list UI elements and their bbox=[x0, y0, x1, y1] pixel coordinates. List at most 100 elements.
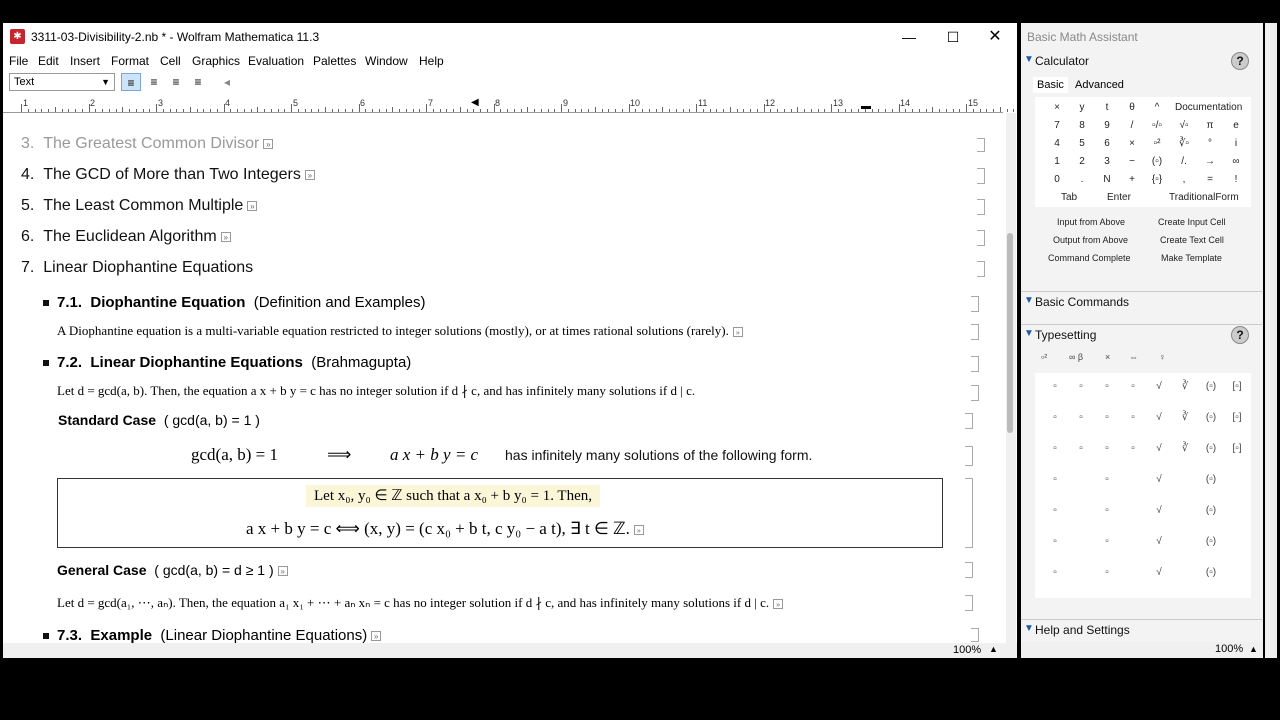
align-justify-icon[interactable]: ≡ bbox=[188, 73, 208, 91]
ruler[interactable]: 1 2 3 4 5 6 7 8 9 10 11 12 13 14 15 ◀ ▬ bbox=[3, 93, 1015, 113]
text-7-2[interactable]: Let d = gcd(a, b). Then, the equation a … bbox=[57, 383, 695, 399]
typesetting-template-icon[interactable]: ▫ bbox=[1095, 412, 1119, 423]
cell-bracket[interactable] bbox=[971, 296, 979, 312]
calc-key[interactable]: /. bbox=[1172, 156, 1196, 167]
typesetting-template-icon[interactable]: ▫ bbox=[1095, 567, 1119, 578]
zoom-up-icon[interactable]: ▲ bbox=[1249, 644, 1258, 654]
align-left-icon[interactable]: ≡ bbox=[121, 73, 141, 91]
typesetting-template-icon[interactable]: ∛ bbox=[1173, 412, 1197, 423]
general-case-heading[interactable]: General Case ( gcd(a, b) = d ≥ 1 )» bbox=[57, 562, 288, 578]
tab-basic[interactable]: Basic bbox=[1033, 77, 1068, 93]
align-right-icon[interactable]: ≡ bbox=[166, 73, 186, 91]
help-settings-section-header[interactable]: ▼ Help and Settings bbox=[1021, 619, 1263, 641]
menu-help[interactable]: Help bbox=[419, 54, 444, 68]
menu-insert[interactable]: Insert bbox=[70, 54, 100, 68]
menu-window[interactable]: Window bbox=[365, 54, 408, 68]
ts-tab-misc[interactable]: ♀ bbox=[1159, 352, 1166, 362]
cell-bracket[interactable] bbox=[977, 261, 985, 277]
calc-key[interactable]: 3 bbox=[1095, 156, 1119, 167]
ts-tab-arrows[interactable]: ⇔ bbox=[1129, 352, 1138, 362]
calculator-section-header[interactable]: ▼ Calculator ? bbox=[1021, 51, 1263, 73]
calc-key[interactable]: θ bbox=[1120, 102, 1144, 113]
menu-cell[interactable]: Cell bbox=[160, 54, 181, 68]
documentation-link[interactable]: Documentation bbox=[1175, 102, 1242, 113]
indent-marker-icon[interactable]: ◀ bbox=[471, 97, 479, 108]
typesetting-template-icon[interactable]: ∛ bbox=[1173, 381, 1197, 392]
cell-bracket[interactable] bbox=[977, 168, 985, 184]
calc-key[interactable]: → bbox=[1198, 156, 1222, 167]
calc-key[interactable]: ^ bbox=[1145, 102, 1169, 113]
expand-icon[interactable]: » bbox=[732, 327, 743, 338]
command-complete-button[interactable]: Command Complete bbox=[1048, 253, 1131, 263]
typesetting-template-icon[interactable]: (▫) bbox=[1199, 567, 1223, 578]
calc-key[interactable]: 1 bbox=[1045, 156, 1069, 167]
menu-graphics[interactable]: Graphics bbox=[192, 54, 240, 68]
typesetting-template-icon[interactable]: [▫] bbox=[1225, 443, 1249, 454]
typesetting-template-icon[interactable]: √ bbox=[1147, 412, 1171, 423]
output-from-above-button[interactable]: Output from Above bbox=[1053, 235, 1128, 245]
expand-icon[interactable]: » bbox=[247, 200, 258, 211]
calc-key[interactable]: i bbox=[1224, 138, 1248, 149]
calc-key[interactable]: 2 bbox=[1070, 156, 1094, 167]
typesetting-template-icon[interactable]: ▫ bbox=[1043, 536, 1067, 547]
calc-key[interactable]: 9 bbox=[1095, 120, 1119, 131]
typesetting-template-icon[interactable]: ▫ bbox=[1095, 505, 1119, 516]
typesetting-template-icon[interactable]: (▫) bbox=[1199, 474, 1223, 485]
ts-tab-operators[interactable]: × bbox=[1105, 352, 1110, 362]
std-equation[interactable]: a x + b y = c bbox=[390, 445, 478, 465]
typesetting-template-icon[interactable]: ▫ bbox=[1069, 381, 1093, 392]
palette-scrollbar[interactable] bbox=[1265, 23, 1277, 658]
typesetting-template-icon[interactable]: ▫ bbox=[1043, 567, 1067, 578]
calc-key[interactable]: , bbox=[1172, 174, 1196, 185]
traditional-form-key[interactable]: TraditionalForm bbox=[1169, 192, 1239, 203]
section-3[interactable]: 3. The Greatest Common Divisor» bbox=[21, 135, 274, 153]
typesetting-template-icon[interactable]: ▫ bbox=[1043, 505, 1067, 516]
cell-bracket[interactable] bbox=[977, 138, 985, 152]
typesetting-template-icon[interactable]: √ bbox=[1147, 567, 1171, 578]
calc-key[interactable]: √▫ bbox=[1172, 120, 1196, 131]
calc-key[interactable]: ▫² bbox=[1145, 138, 1169, 149]
calc-key[interactable]: . bbox=[1070, 174, 1094, 185]
cell-bracket[interactable] bbox=[977, 230, 985, 246]
calc-key[interactable]: / bbox=[1120, 120, 1144, 131]
palette-zoom-level[interactable]: 100% bbox=[1215, 643, 1243, 655]
calc-key[interactable]: ! bbox=[1224, 174, 1248, 185]
typesetting-template-icon[interactable]: ∛ bbox=[1173, 443, 1197, 454]
expand-icon[interactable]: » bbox=[371, 631, 382, 642]
expand-icon[interactable]: » bbox=[263, 138, 274, 149]
calc-key[interactable]: e bbox=[1224, 120, 1248, 131]
typesetting-template-icon[interactable]: √ bbox=[1147, 474, 1171, 485]
margin-marker-icon[interactable]: ▬ bbox=[861, 101, 871, 112]
typesetting-template-icon[interactable]: [▫] bbox=[1225, 412, 1249, 423]
typesetting-template-icon[interactable]: (▫) bbox=[1199, 381, 1223, 392]
section-5[interactable]: 5. The Least Common Multiple» bbox=[21, 197, 258, 215]
maximize-icon[interactable]: ☐ bbox=[931, 23, 975, 51]
make-template-button[interactable]: Make Template bbox=[1161, 253, 1222, 263]
text-7-1[interactable]: A Diophantine equation is a multi-variab… bbox=[57, 323, 743, 339]
expand-icon[interactable]: » bbox=[633, 525, 644, 536]
expand-icon[interactable]: » bbox=[220, 231, 231, 242]
calc-key[interactable]: ∛▫ bbox=[1172, 138, 1196, 149]
section-6[interactable]: 6. The Euclidean Algorithm» bbox=[21, 228, 231, 246]
tab-advanced[interactable]: Advanced bbox=[1071, 77, 1128, 93]
typesetting-template-icon[interactable]: (▫) bbox=[1199, 443, 1223, 454]
create-text-cell-button[interactable]: Create Text Cell bbox=[1160, 235, 1224, 245]
cell-bracket[interactable] bbox=[971, 324, 979, 340]
basic-commands-section-header[interactable]: ▼ Basic Commands bbox=[1021, 291, 1263, 313]
calc-key[interactable]: 7 bbox=[1045, 120, 1069, 131]
expand-icon[interactable]: » bbox=[304, 169, 315, 180]
typesetting-template-icon[interactable]: (▫) bbox=[1199, 536, 1223, 547]
typesetting-template-icon[interactable]: ▫ bbox=[1121, 412, 1145, 423]
calc-key[interactable]: π bbox=[1198, 120, 1222, 131]
typesetting-template-icon[interactable]: √ bbox=[1147, 443, 1171, 454]
menu-edit[interactable]: Edit bbox=[38, 54, 59, 68]
expand-icon[interactable]: » bbox=[277, 566, 288, 577]
cell-bracket[interactable] bbox=[971, 628, 979, 642]
calc-key[interactable]: 5 bbox=[1070, 138, 1094, 149]
typesetting-template-icon[interactable]: ▫ bbox=[1095, 381, 1119, 392]
close-icon[interactable]: ✕ bbox=[973, 23, 1017, 51]
zoom-level[interactable]: 100% bbox=[953, 644, 981, 656]
help-icon[interactable]: ? bbox=[1231, 52, 1249, 70]
calc-key[interactable]: ° bbox=[1198, 138, 1222, 149]
calc-key[interactable]: 0 bbox=[1045, 174, 1069, 185]
